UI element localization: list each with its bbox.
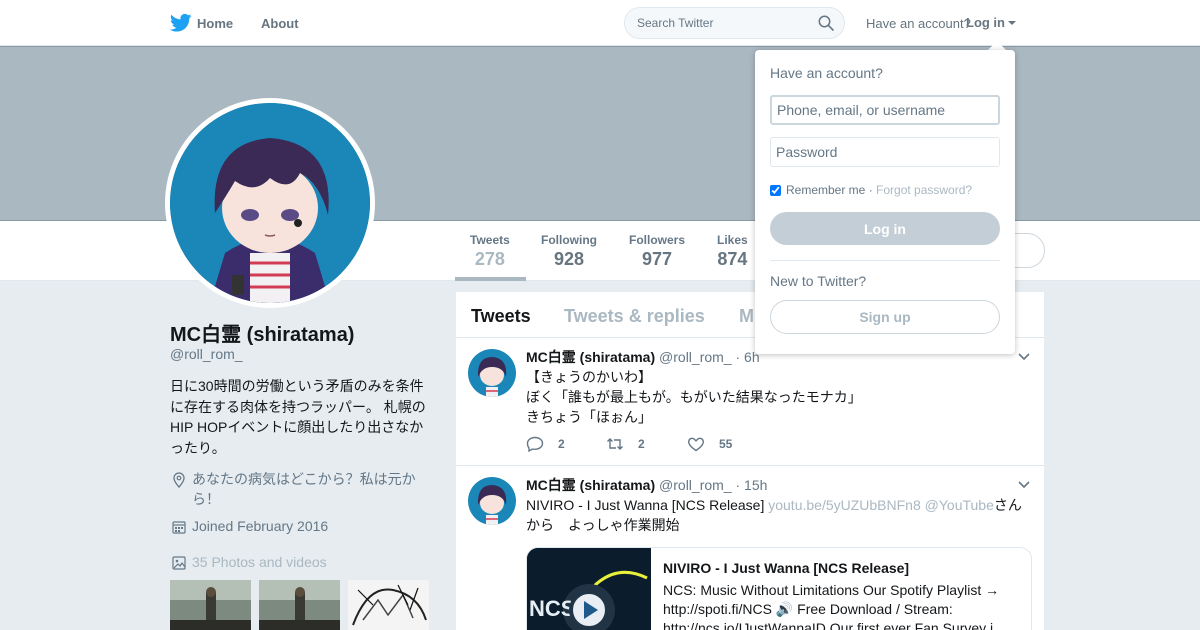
search-box xyxy=(624,7,845,39)
signup-button[interactable]: Sign up xyxy=(770,300,1000,334)
retweet-icon xyxy=(607,438,623,450)
active-tab-indicator xyxy=(455,277,526,281)
forgot-password-link[interactable]: Forgot password? xyxy=(876,183,972,197)
profile-location: あなたの病気はどこから？私は元から！ xyxy=(192,471,416,507)
tweet-author-handle[interactable]: @roll_rom_ xyxy=(659,477,732,493)
tweet-text-segment: NIVIRO - I Just Wanna [NCS Release] xyxy=(526,497,769,513)
retweet-action[interactable]: 2 xyxy=(606,436,645,452)
profile-avatar[interactable] xyxy=(165,98,375,308)
stat-value: 278 xyxy=(474,249,505,269)
retweet-count: 2 xyxy=(638,437,645,451)
separator: · xyxy=(865,183,877,197)
card-title: NIVIRO - I Just Wanna [NCS Release] xyxy=(663,560,910,576)
tweet-author-name[interactable]: MC白霊 (shiratama) xyxy=(526,349,655,365)
tweet-text: 【きょうのかいわ】 ぼく「誰もが最上もが。もがいた結果なったモナカ」 きちょう「… xyxy=(526,367,1030,427)
tweet-text-line: きちょう「ほぉん」 xyxy=(526,409,652,425)
stat-value: 928 xyxy=(553,249,585,269)
card-description: NCS: Music Without Limitations Our Spoti… xyxy=(663,582,1005,630)
avatar-illustration xyxy=(170,103,370,303)
tweet-avatar[interactable] xyxy=(468,477,516,525)
stat-value: 874 xyxy=(717,249,748,269)
password-field[interactable] xyxy=(770,137,1000,167)
profile-joined: Joined February 2016 xyxy=(192,518,329,534)
nav-home-link[interactable]: Home xyxy=(197,16,233,31)
calendar-icon xyxy=(172,521,186,534)
tweet-timestamp[interactable]: · 15h xyxy=(736,477,768,493)
stat-label: Following xyxy=(541,233,597,247)
tweet-text-line: ぼく「誰もが最上もが。もがいた結果なったモナカ」 xyxy=(526,389,862,405)
username-field[interactable] xyxy=(770,95,1000,125)
photo-icon xyxy=(172,556,186,570)
stat-likes[interactable]: Likes 874 xyxy=(717,233,748,270)
stat-label: Tweets xyxy=(470,233,510,247)
nav-about-link[interactable]: About xyxy=(261,16,299,31)
tweet-mention-link[interactable]: @YouTube xyxy=(921,497,994,513)
media-thumbnail[interactable] xyxy=(170,580,251,630)
like-count: 55 xyxy=(719,437,733,451)
new-to-twitter-text: New to Twitter? xyxy=(770,273,867,289)
location-pin-icon xyxy=(173,472,185,488)
tweet-url-link[interactable]: youtu.be/5yUZUbBNFn8 xyxy=(768,497,921,513)
login-dropdown: Have an account? Remember me · Forgot pa… xyxy=(755,50,1015,354)
tweet-author-name[interactable]: MC白霊 (shiratama) xyxy=(526,477,655,493)
have-account-text: Have an account? xyxy=(866,16,971,31)
heart-icon xyxy=(687,437,705,452)
reply-icon xyxy=(526,436,544,452)
stat-followers[interactable]: Followers 977 xyxy=(629,233,685,270)
stat-following[interactable]: Following 928 xyxy=(541,233,597,270)
photos-videos-link[interactable]: 35 Photos and videos xyxy=(192,554,327,570)
tweet-text: NIVIRO - I Just Wanna [NCS Release] yout… xyxy=(526,495,1030,535)
remember-me-label[interactable]: Remember me xyxy=(786,183,865,197)
tab-tweets[interactable]: Tweets xyxy=(471,306,531,327)
login-title: Have an account? xyxy=(770,65,883,81)
tweet-header: MC白霊 (shiratama) @roll_rom_ · 15h xyxy=(526,475,767,495)
media-thumbnail[interactable] xyxy=(348,580,429,630)
chevron-down-icon[interactable] xyxy=(1008,21,1016,25)
tweet[interactable]: MC白霊 (shiratama) @roll_rom_ · 6h 【きょうのかい… xyxy=(456,339,1044,466)
login-button[interactable]: Log in xyxy=(770,212,1000,245)
remember-row: Remember me · Forgot password? xyxy=(770,183,972,197)
search-icon[interactable] xyxy=(818,15,834,31)
reply-action[interactable]: 2 xyxy=(526,436,565,452)
search-input[interactable] xyxy=(625,8,805,38)
twitter-bird-icon[interactable] xyxy=(170,13,192,33)
profile-bio: 日に30時間の労働という矛盾のみを条件に存在する肉体を持つラッパー。 札幌のHI… xyxy=(170,378,426,456)
stat-tweets[interactable]: Tweets 278 xyxy=(470,233,510,270)
remember-me-checkbox[interactable] xyxy=(770,184,781,196)
tab-tweets-replies[interactable]: Tweets & replies xyxy=(564,306,705,327)
chevron-down-icon[interactable] xyxy=(1018,353,1030,361)
reply-count: 2 xyxy=(558,437,565,451)
tweet-text-line: 【きょうのかいわ】 xyxy=(526,369,652,385)
tweet-author-handle[interactable]: @roll_rom_ xyxy=(659,349,732,365)
tweet-avatar[interactable] xyxy=(468,349,516,397)
like-action[interactable]: 55 xyxy=(687,436,732,452)
profile-handle[interactable]: @roll_rom_ xyxy=(170,346,243,362)
stat-label: Likes xyxy=(717,233,748,247)
tweet[interactable]: MC白霊 (shiratama) @roll_rom_ · 15h NIVIRO… xyxy=(456,467,1044,630)
top-navigation: Home About Have an account? Log in xyxy=(0,0,1200,46)
login-dropdown-toggle[interactable]: Log in xyxy=(966,15,1005,30)
chevron-down-icon[interactable] xyxy=(1018,481,1030,489)
card-thumbnail: NCS xyxy=(527,548,651,630)
profile-name: MC白霊 (shiratama) xyxy=(170,324,355,346)
svg-text:NCS: NCS xyxy=(529,596,575,621)
stat-label: Followers xyxy=(629,233,686,247)
link-preview-card[interactable]: NCS NIVIRO - I Just Wanna [NCS Release] … xyxy=(526,547,1032,630)
divider xyxy=(770,260,1000,261)
tweet-header: MC白霊 (shiratama) @roll_rom_ · 6h xyxy=(526,347,760,367)
media-thumbnail[interactable] xyxy=(259,580,340,630)
tab-media[interactable]: M xyxy=(739,306,754,327)
dropdown-arrow xyxy=(988,41,1006,50)
stat-value: 977 xyxy=(641,249,673,269)
